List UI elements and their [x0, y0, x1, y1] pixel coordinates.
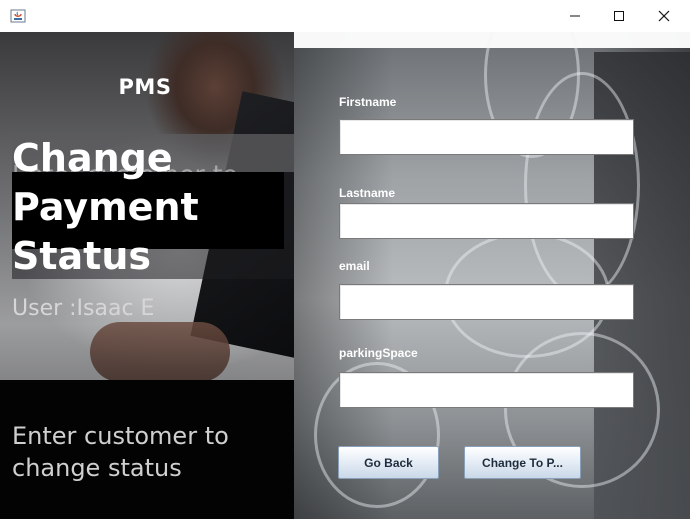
app-window: PMS Enter customer to Change Payment Sta… [0, 0, 690, 519]
title-bar[interactable] [0, 0, 690, 32]
left-panel: PMS Enter customer to Change Payment Sta… [0, 32, 294, 519]
firstname-label: Firstname [339, 95, 397, 109]
background-arm-image [90, 322, 230, 382]
firstname-field[interactable] [339, 119, 634, 155]
app-name-label: PMS [118, 75, 172, 99]
lastname-field[interactable] [339, 203, 634, 239]
maximize-icon [614, 11, 624, 21]
instruction-text: Enter customer to change status [12, 422, 229, 482]
email-field[interactable] [339, 284, 634, 320]
page-title: Change Payment Status [12, 136, 199, 278]
current-user-label: User :Isaac E [12, 296, 155, 321]
close-icon [658, 10, 670, 22]
lastname-label: Lastname [339, 186, 396, 200]
parking-space-label: parkingSpace [339, 346, 418, 360]
close-button[interactable] [641, 0, 687, 32]
java-icon [10, 9, 26, 23]
minimize-icon [570, 15, 580, 17]
change-status-button[interactable]: Change To P... [464, 446, 581, 479]
minimize-button[interactable] [552, 0, 598, 32]
window-content: PMS Enter customer to Change Payment Sta… [0, 32, 690, 519]
email-label: email [339, 259, 370, 273]
parking-space-field[interactable] [339, 372, 634, 408]
go-back-button[interactable]: Go Back [338, 446, 439, 479]
maximize-button[interactable] [596, 0, 642, 32]
